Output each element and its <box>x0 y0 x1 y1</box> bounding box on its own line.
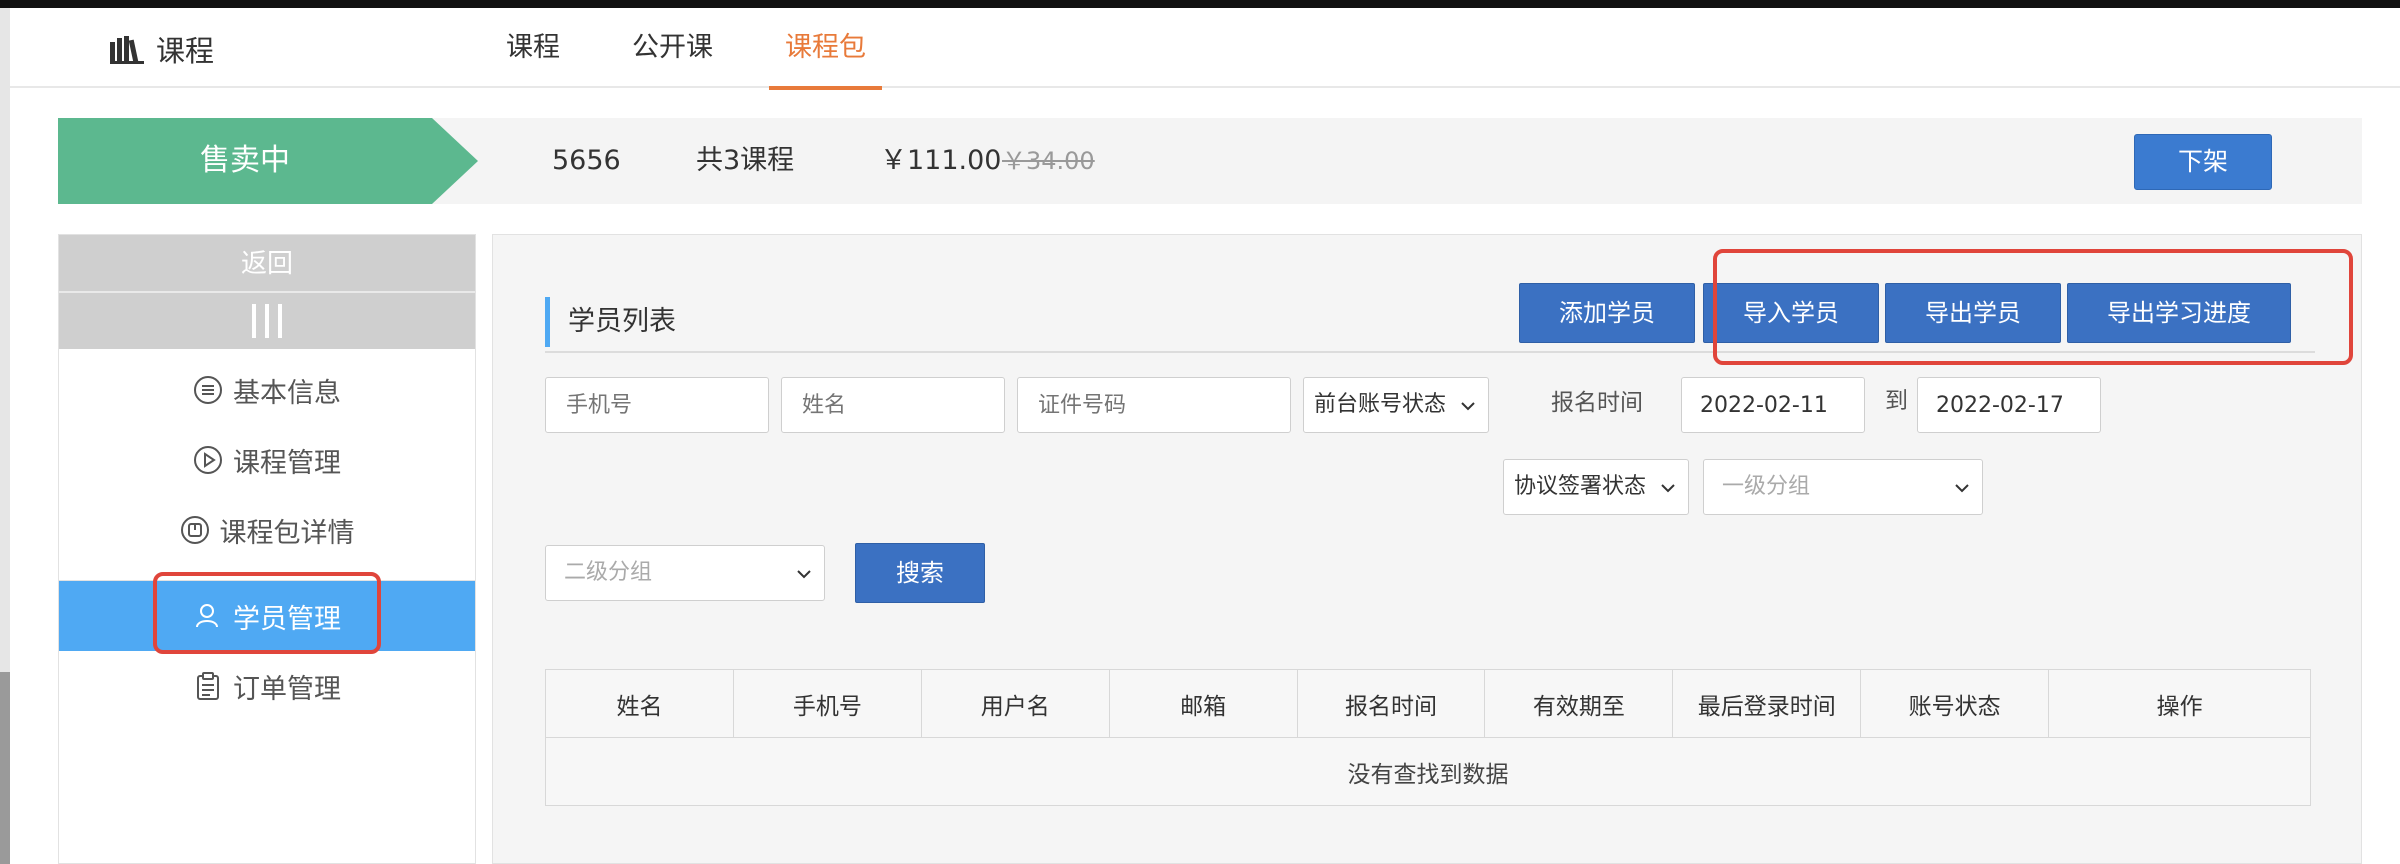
sidebar-item-student-management[interactable]: 学员管理 <box>59 581 475 651</box>
add-student-button[interactable]: 添加学员 <box>1519 283 1695 343</box>
sidebar-item-label: 基本信息 <box>233 377 341 409</box>
status-flag: 售卖中 <box>58 118 432 204</box>
package-price: ￥111.00 <box>880 145 1002 176</box>
package-name: 5656 <box>552 145 621 176</box>
id-number-input[interactable] <box>1017 377 1291 433</box>
column-header: 账号状态 <box>1860 669 2050 738</box>
user-icon <box>196 604 218 628</box>
top-header: 课程 课程 公开课 课程包 <box>10 8 2400 90</box>
search-button[interactable]: 搜索 <box>855 543 985 603</box>
brand-label: 课程 <box>156 34 215 68</box>
date-to-input[interactable] <box>1917 377 2101 433</box>
export-students-button[interactable]: 导出学员 <box>1885 283 2061 343</box>
students-table: 姓名 手机号 用户名 邮箱 报名时间 有效期至 最后登录时间 账号状态 操作 没… <box>545 669 2311 806</box>
table-header-row: 姓名 手机号 用户名 邮箱 报名时间 有效期至 最后登录时间 账号状态 操作 <box>545 669 2311 738</box>
sidebar-item-label: 课程包详情 <box>219 517 355 549</box>
name-input[interactable] <box>781 377 1005 433</box>
left-window-edge <box>0 8 10 864</box>
account-status-select[interactable]: 前台账号状态 <box>1303 377 1489 433</box>
books-icon <box>110 36 144 64</box>
date-to-label: 到 <box>1885 388 1908 414</box>
sidebar-item-package-details[interactable]: 课程包详情 <box>59 495 475 565</box>
agreement-status-select[interactable]: 协议签署状态 <box>1503 459 1689 515</box>
sidebar-item-basic-info[interactable]: 基本信息 <box>59 355 475 425</box>
export-progress-button[interactable]: 导出学习进度 <box>2067 283 2291 343</box>
sidebar-item-label: 课程管理 <box>233 447 341 479</box>
status-flag-arrow <box>432 118 478 204</box>
group-level1-select[interactable]: 一级分组 <box>1703 459 1983 515</box>
date-from-input[interactable] <box>1681 377 1865 433</box>
phone-input[interactable] <box>545 377 769 433</box>
column-header: 邮箱 <box>1108 669 1298 738</box>
table-empty-row: 没有查找到数据 <box>545 737 2311 806</box>
list-icon <box>194 376 222 404</box>
package-banner: 售卖中 5656 共3课程 ￥111.00 ￥34.00 下架 <box>58 118 2362 204</box>
group-level2-select[interactable]: 二级分组 <box>545 545 825 601</box>
sidebar-item-course-management[interactable]: 课程管理 <box>59 425 475 495</box>
chevron-down-icon <box>1661 484 1675 493</box>
sidebar: 返回 基本信息 课程管理 课程包详情 学员管理 订单管理 <box>58 234 476 864</box>
brand[interactable]: 课程 <box>110 28 214 70</box>
play-circle-icon <box>194 446 222 474</box>
clipboard-icon <box>197 672 219 700</box>
sidebar-item-order-management[interactable]: 订单管理 <box>59 651 475 721</box>
sidebar-divider <box>59 565 475 581</box>
column-header: 有效期至 <box>1484 669 1674 738</box>
section-title: 学员列表 <box>545 297 676 347</box>
sidebar-collapse-toggle[interactable] <box>59 293 475 349</box>
column-header: 手机号 <box>732 669 922 738</box>
chevron-down-icon <box>797 570 811 579</box>
column-header: 用户名 <box>920 669 1110 738</box>
column-header: 操作 <box>2048 669 2311 738</box>
main-nav: 课程 公开课 课程包 <box>490 8 922 90</box>
course-count: 共3课程 <box>696 145 795 176</box>
column-header: 姓名 <box>545 669 734 738</box>
title-divider <box>545 351 2315 353</box>
book-box-icon <box>180 516 209 544</box>
signup-time-label: 报名时间 <box>1551 390 1643 416</box>
sidebar-item-label: 订单管理 <box>233 673 341 705</box>
tab-open-courses[interactable]: 公开课 <box>616 8 729 88</box>
sidebar-item-label: 学员管理 <box>233 603 341 635</box>
empty-state-text: 没有查找到数据 <box>545 737 2311 806</box>
import-students-button[interactable]: 导入学员 <box>1703 283 1879 343</box>
column-header: 最后登录时间 <box>1672 669 1862 738</box>
main-panel: 学员列表 添加学员 导入学员 导出学员 导出学习进度 前台账号状态 报名时间 到… <box>492 234 2362 864</box>
tab-course-packages[interactable]: 课程包 <box>769 8 882 90</box>
chevron-down-icon <box>1461 402 1475 411</box>
column-header: 报名时间 <box>1296 669 1486 738</box>
window-top-strip <box>0 0 2400 8</box>
back-button[interactable]: 返回 <box>59 235 475 293</box>
tab-courses[interactable]: 课程 <box>490 8 576 88</box>
chevron-down-icon <box>1955 484 1969 493</box>
offshelf-button[interactable]: 下架 <box>2134 134 2272 190</box>
original-price: ￥34.00 <box>1002 147 1095 175</box>
